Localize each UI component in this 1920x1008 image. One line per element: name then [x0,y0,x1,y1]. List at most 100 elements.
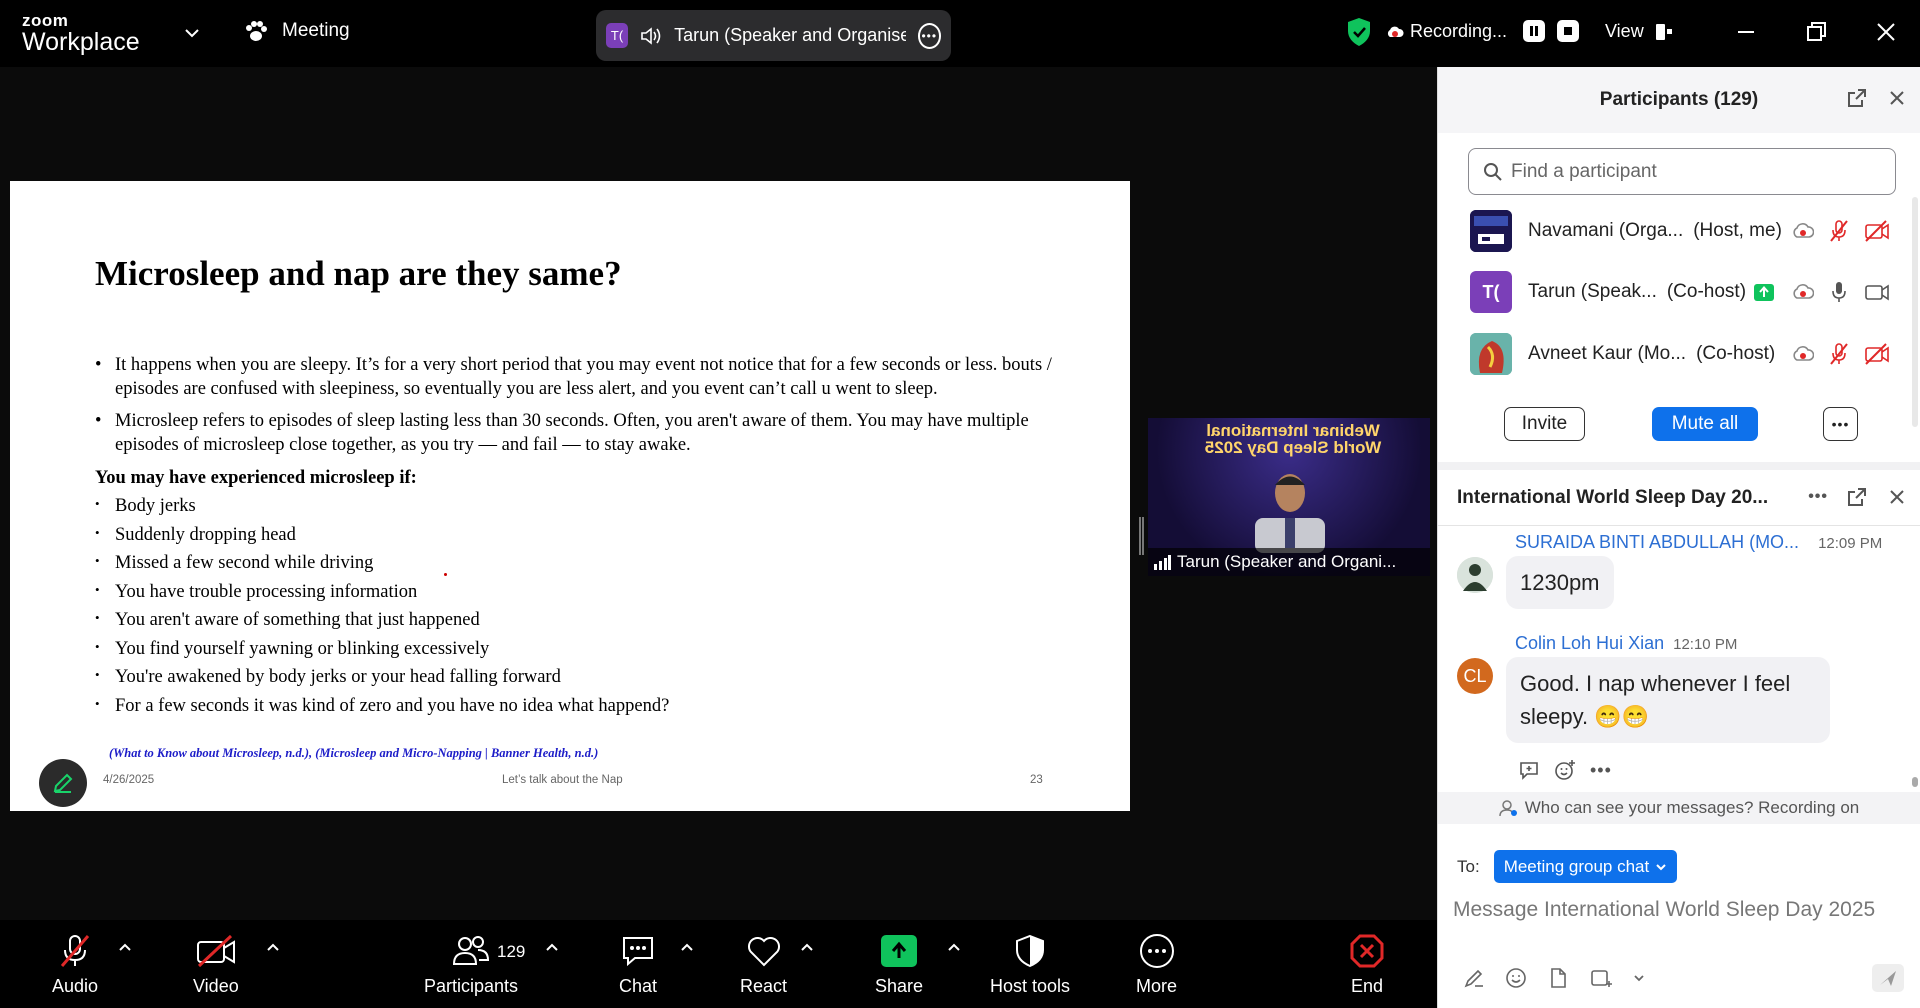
chat-message-bubble: Good. I nap whenever I feel sleepy. 😁😁 [1506,657,1830,743]
send-icon[interactable] [1872,964,1904,992]
participants-count: 129 [497,942,526,961]
message-actions: ••• [1518,759,1612,781]
participants-scrollbar[interactable] [1912,197,1918,427]
list-item: Body jerks [95,496,669,525]
video-button[interactable]: Video [193,930,239,997]
participant-search-input[interactable]: Find a participant [1468,148,1896,195]
slide-references: (What to Know about Microsleep, n.d.), (… [109,746,599,760]
pause-recording-icon[interactable] [1523,20,1546,42]
recipient-row: To: Meeting group chat [1457,850,1678,883]
screenshot-icon[interactable] [1589,967,1613,989]
participants-more-button[interactable]: ••• [1823,407,1858,441]
restore-icon[interactable] [1802,18,1830,46]
top-bar: zoom Workplace Meeting T( Tarun (Speaker… [0,0,1920,67]
split-resize-handle[interactable] [1139,517,1144,555]
video-on-icon[interactable] [1864,281,1890,303]
minimize-icon[interactable] [1732,18,1760,46]
audio-button[interactable]: Audio [52,930,98,997]
audio-label: Audio [52,976,99,996]
speaker-more-icon[interactable]: ••• [917,22,941,49]
invite-button[interactable]: Invite [1504,407,1585,441]
participants-button[interactable]: Participants [424,930,518,997]
reply-icon[interactable] [1518,760,1540,780]
meeting-button[interactable]: Meeting [244,20,350,42]
share-arrow-icon [881,935,918,967]
signal-bars-icon [1153,554,1171,570]
video-off-icon[interactable] [1864,343,1890,365]
chat-visibility-note[interactable]: Who can see your messages? Recording on [1438,792,1920,824]
chat-message-header: Colin Loh Hui Xian 12:10 PM [1515,633,1737,654]
popout-icon[interactable] [1846,87,1868,109]
participant-name: Avneet Kaur (Mo... [1528,343,1687,364]
security-shield-icon[interactable] [1346,17,1372,47]
emoji-icon[interactable] [1505,967,1527,989]
participant-status-icons [1792,342,1890,366]
speaker-volume-icon [640,26,662,46]
react-button[interactable]: React [740,930,787,997]
chat-scrollbar[interactable] [1912,777,1918,787]
close-chat-icon[interactable] [1886,486,1908,508]
end-button[interactable]: End [1349,930,1385,997]
slide-title: Microsleep and nap are they same? [95,254,622,293]
share-button[interactable]: Share [875,930,923,997]
chat-message-header: SURAIDA BINTI ABDULLAH (MO... 12:09 PM [1515,532,1882,553]
audio-options-caret-icon[interactable] [118,940,132,954]
chat-sender-name[interactable]: Colin Loh Hui Xian [1515,633,1664,653]
slide-footer-title: Let’s talk about the Nap [502,774,623,786]
slide-footer-date: 4/26/2025 [103,774,155,786]
search-icon [1483,162,1503,182]
chat-more-icon[interactable]: ••• [1808,488,1828,506]
participant-role: (Co-host) [1666,281,1747,302]
share-icon-wrap [881,930,918,972]
participants-caret-icon[interactable] [545,940,559,954]
muted-mic-icon[interactable] [1828,342,1850,366]
recipient-dropdown[interactable]: Meeting group chat [1493,850,1678,883]
recording-cloud-icon [1792,223,1814,239]
participant-row[interactable]: Navamani (Orga... (Host, me) [1470,209,1890,253]
share-label: Share [875,976,924,996]
video-options-caret-icon[interactable] [266,940,280,954]
recording-cloud-icon [1792,284,1814,300]
chevron-down-icon[interactable] [183,24,201,42]
list-item: You aren't aware of something that just … [95,610,669,639]
mic-on-icon[interactable] [1828,280,1850,304]
video-off-icon[interactable] [1864,220,1890,242]
host-tools-button[interactable]: Host tools [990,930,1070,997]
video-banner-text: Webinar International World Sleep Day 20… [1204,421,1382,457]
chat-sender-name[interactable]: SURAIDA BINTI ABDULLAH (MO... [1515,532,1799,552]
chat-avatar [1457,557,1493,593]
format-text-icon[interactable] [1463,967,1485,989]
share-caret-icon[interactable] [947,940,961,954]
speaker-name: Tarun (Speaker and Organiser [674,25,906,45]
active-speaker-pill[interactable]: T( Tarun (Speaker and Organiser ••• [596,10,951,61]
stop-recording-icon[interactable] [1557,20,1580,42]
message-more-icon[interactable]: ••• [1590,760,1612,781]
mute-all-button[interactable]: Mute all [1652,407,1758,441]
chat-message-input[interactable]: Message International World Sleep Day 20… [1453,895,1893,925]
chevron-down-icon[interactable] [1633,972,1645,984]
sharing-screen-icon [1754,283,1775,301]
view-button[interactable]: View [1605,21,1674,42]
recording-cloud-icon [1792,346,1814,362]
chat-button[interactable]: Chat [619,930,657,997]
file-icon[interactable] [1547,967,1569,989]
react-caret-icon[interactable] [800,940,814,954]
add-reaction-icon[interactable] [1554,759,1576,781]
chat-message-bubble: 1230pm [1506,556,1614,609]
host-shield-icon [1014,930,1046,972]
participant-row[interactable]: T( Tarun (Speak... (Co-host) [1470,270,1890,314]
video-participant-name: Tarun (Speaker and Organi... [1177,552,1397,571]
annotate-pen-icon[interactable] [39,759,87,807]
participants-icon [451,930,491,972]
chat-caret-icon[interactable] [680,940,694,954]
more-label: More [1136,976,1178,996]
participants-header-icons [1846,87,1908,109]
logo-big-text: Workplace [22,28,140,56]
close-participants-icon[interactable] [1886,87,1908,109]
speaker-video-tile[interactable]: Webinar International World Sleep Day 20… [1148,418,1430,576]
close-window-icon[interactable] [1872,18,1900,46]
participant-row[interactable]: Avneet Kaur (Mo... (Co-host) [1470,332,1890,376]
more-button[interactable]: More [1136,930,1177,997]
muted-mic-icon[interactable] [1828,219,1850,243]
chat-popout-icon[interactable] [1846,486,1868,508]
